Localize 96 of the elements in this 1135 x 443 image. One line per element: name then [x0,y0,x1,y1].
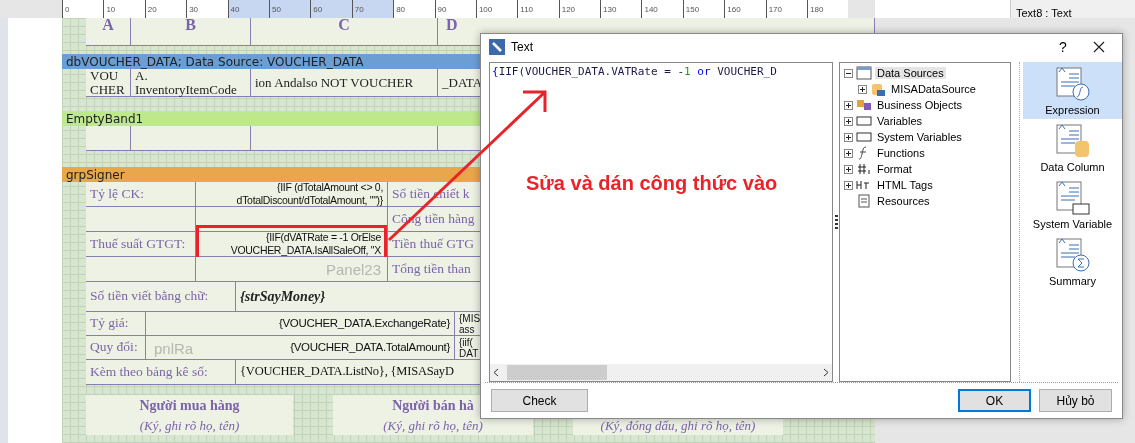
signer-note: (Ký, ghi rõ họ, tên) [139,418,240,433]
formula-text: {IIF (dTotalAmount <> 0, dTotalDiscount/dTotalAmount, "")} [236,181,383,207]
ruler-label: 180 [810,4,824,14]
field-label: Tiền thuế GTG [392,236,474,252]
band-title: EmptyBand1 [66,111,144,126]
database-icon [870,81,886,97]
formula-text: {MIS ass [459,312,481,335]
tree-item[interactable]: System Variables [875,131,964,143]
ruler-label: 160 [727,4,741,14]
column-icon [1054,122,1091,159]
chevron-left-icon[interactable] [493,368,499,377]
tree-item[interactable]: Functions [875,147,927,159]
field-label: Thuế suất GTGT: [90,236,186,252]
ruler-label: 10 [106,4,116,14]
table-cell: A. InventoryItemCode [131,69,251,97]
ruler-label: 70 [354,4,364,14]
panel-name: pnlRa [154,339,194,356]
formula-text: {VOUCHER_DATA.ExchangeRate} [278,317,450,330]
resources-icon [856,193,872,209]
chevron-right-icon[interactable] [823,368,829,377]
pen-icon [489,39,505,55]
ruler-label: 140 [644,4,658,14]
expand-icon[interactable] [844,116,853,126]
field-label: Tỷ giá: [90,316,129,331]
tree-item[interactable]: Variables [875,115,925,127]
table-cell [86,126,131,151]
tree-item[interactable]: Format [875,163,914,175]
tree-item[interactable]: Data Sources [875,67,946,79]
ruler-label: 30 [189,4,199,14]
check-button[interactable]: Check [491,389,588,412]
table-icon [856,65,872,81]
formula-text: {VOUCHER_DATA.ListNo}, {MISASayD [240,365,454,379]
objects-icon [856,97,872,113]
ruler-label: 50 [271,4,281,14]
ruler-label: 90 [437,4,447,14]
ruler-label: 60 [313,4,323,14]
column-header: C [251,18,438,46]
ruler-label: 40 [230,4,240,14]
formula-text: {IIF(dVATRate = -1 OrElse VOUCHER_DATA.IsAllSaleOff, "X [230,230,381,257]
tree-item[interactable]: HTML Tags [875,179,935,191]
ok-button[interactable]: OK [958,389,1031,412]
field-label: Quy đổi: [90,340,138,355]
close-icon [1093,41,1105,53]
expression-icon [1054,65,1091,102]
help-button[interactable]: ? [1048,35,1078,59]
splitter-grip-icon[interactable] [834,215,838,229]
ruler-label: 170 [768,4,782,14]
expand-icon[interactable] [844,100,853,110]
field-label: Kèm theo bảng kê số: [90,364,208,380]
band-title: dbVOUCHER_DATA; Data Source: VOUCHER_DATA [66,54,364,69]
expand-icon[interactable] [858,84,867,94]
formula-text: {iif( DAT [459,336,479,359]
panel-title: Text8 : Text [1016,7,1072,19]
system-icon [1054,179,1091,216]
expand-icon[interactable] [844,180,853,190]
collapse-icon[interactable] [844,68,853,78]
format-icon [856,161,872,177]
expand-icon[interactable] [844,164,853,174]
signer-title: Người bán hà [392,398,474,414]
band-title: grpSigner [66,167,125,182]
tree-item[interactable]: Resources [875,195,932,207]
ruler-label: 110 [520,4,534,14]
table-cell: VOU CHER [86,69,131,97]
insert-type-item[interactable]: System Variable [1023,176,1122,233]
column-header: B [131,18,251,46]
ruler-label: 80 [396,4,406,14]
horizontal-scrollbar[interactable] [490,364,832,381]
ruler-label: 150 [685,4,700,14]
annotation-text: Sửa và dán công thức vào [526,172,778,195]
field-label: Tổng tiền than [392,261,471,277]
ruler-label: 100 [478,4,493,14]
formula-text: {strSayMoney} [240,288,326,305]
field-label: Số tiền viết bằng chữ: [90,289,209,304]
field-label: Tỷ lệ CK: [90,186,144,202]
signer-note: (Ký, ghi rõ họ, tên) [383,418,483,433]
ruler-label: 130 [603,4,617,14]
table-cell: ion Andalso NOT VOUCHER [251,69,438,97]
tree-item[interactable]: Business Objects [875,99,964,111]
insert-type-item[interactable]: Summary [1023,233,1122,290]
formula-text: {VOUCHER_DATA.TotalAmount} [290,341,450,354]
system-icon [856,129,872,145]
column-header: A [86,18,131,46]
expand-icon[interactable] [844,132,853,142]
ruler-label: 120 [561,4,576,14]
signer-title: Người mua hàng [139,398,240,414]
summary-icon [1054,236,1091,273]
ruler-label: 20 [147,4,157,14]
insert-type-item[interactable]: Expression [1023,62,1122,119]
panel-name: Panel23 [325,260,381,278]
expand-icon[interactable] [844,148,853,158]
cancel-button[interactable]: Hủy bỏ [1039,389,1112,412]
tree-item[interactable]: MISADataSource [889,83,978,95]
ruler-label: 0 [65,4,70,14]
variables-icon [856,113,872,129]
insert-type-item[interactable]: Data Column [1023,119,1122,176]
signer-note: (Ký, đóng dấu, ghi rõ họ, tên) [600,418,756,433]
